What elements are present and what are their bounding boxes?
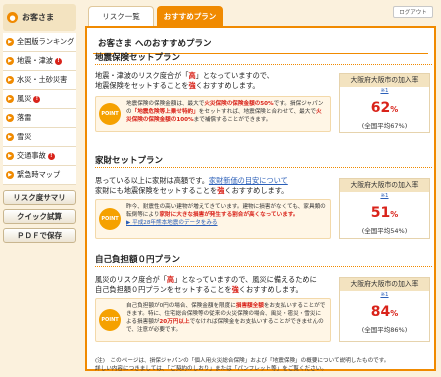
point-box: POINT 自己負担額が0円の場合、保険金額を限度に損害額全額をお支払いすること…: [95, 298, 331, 342]
user-icon: ●: [7, 12, 18, 23]
national-average: (全国平均86%): [361, 326, 408, 334]
section-description: 風災のリスク度合が「高」となっていますので、風災に備えるために 自己負担額０円プ…: [95, 275, 317, 294]
enrollment-rate-value: 84%: [370, 304, 399, 320]
chevron-right-icon: ▶: [6, 133, 14, 141]
enrollment-rate-box: 大阪府大阪市の加入率 ※1 51% (全国平均54%): [339, 178, 430, 239]
sidebar-item-traffic[interactable]: ▶ 交通事故!: [3, 147, 76, 166]
sidebar-item-ranking[interactable]: ▶ 全国版ランキング: [3, 33, 76, 52]
point-box: POINT 昨今、耐震性の高い建物が増えてきています。建物に損害がなくても、家具…: [95, 199, 331, 239]
sidebar-nav: ▶ 全国版ランキング ▶ 地震・津波! ▶ 水災・土砂災害 ▶ 風災! ▶ 落雷 ▶ 雪災 …: [3, 33, 76, 185]
tab-risk-list[interactable]: リスク一覧: [88, 6, 154, 26]
point-badge: POINT: [99, 208, 121, 230]
section-title: 家財セットプラン: [95, 156, 164, 166]
sidebar-item-label: 風災: [17, 94, 32, 103]
risk-summary-button[interactable]: リスク度サマリ: [3, 190, 76, 205]
save-pdf-button[interactable]: ＰＤＦで保存: [3, 228, 76, 243]
sidebar-item-label: 交通事故: [17, 151, 46, 160]
tab-bar: リスク一覧 おすすめプラン: [88, 6, 226, 26]
alert-badge: !: [47, 152, 55, 160]
logout-button[interactable]: ログアウト: [393, 6, 433, 18]
tab-recommended-plan[interactable]: おすすめプラン: [157, 6, 223, 26]
sidebar-header: ● お客さま: [3, 4, 76, 31]
section-description: 地震・津波のリスク度合が「高」となっていますので、 地震保険をセットすることを強…: [95, 71, 274, 90]
footnote: (注) このページは、損保ジャパンの「個人用火災総合保険」および「地震保険」の概…: [95, 358, 390, 372]
footnote-link[interactable]: ※1: [340, 292, 429, 298]
sidebar-item-label: 水災・土砂災害: [17, 75, 68, 84]
plan-section-earthquake: 地震保険セットプラン 地震・津波のリスク度合が「高」となっていますので、 地震保…: [95, 51, 432, 147]
plan-section-household: 家財セットプラン 思っている以上に家財は高額です。家財新価の目安について 家財に…: [95, 154, 432, 250]
sidebar: ● お客さま ▶ 全国版ランキング ▶ 地震・津波! ▶ 水災・土砂災害 ▶ 風災! ▶…: [0, 0, 79, 377]
enrollment-rate-heading: 大阪府大阪市の加入率: [340, 278, 429, 291]
section-title: 地震保険セットプラン: [95, 53, 181, 63]
chevron-right-icon: ▶: [6, 76, 14, 84]
main-panel: お客さま へのおすすめプラン 地震保険セットプラン 地震・津波のリスク度合が「高…: [85, 26, 436, 372]
footnote-link[interactable]: ※1: [340, 88, 429, 94]
enrollment-rate-heading: 大阪府大阪市の加入率: [340, 74, 429, 87]
sidebar-item-emergency-map[interactable]: ▶ 緊急時マップ: [3, 166, 76, 185]
sidebar-item-label: 地震・津波: [17, 56, 53, 65]
enrollment-rate-box: 大阪府大阪市の加入率 ※1 84% (全国平均86%): [339, 277, 430, 342]
sidebar-item-wind[interactable]: ▶ 風災!: [3, 90, 76, 109]
household-value-link[interactable]: 家財新価の目安について: [209, 176, 288, 185]
section-description: 思っている以上に家財は高額です。家財新価の目安について 家財にも地震保険をセット…: [95, 176, 289, 195]
enrollment-rate-value: 62%: [370, 100, 399, 116]
chevron-right-icon: ▶: [6, 95, 14, 103]
section-title: 自己負担額０円プラン: [95, 255, 181, 265]
sidebar-item-snow[interactable]: ▶ 雪災: [3, 128, 76, 147]
enrollment-rate-value: 51%: [370, 205, 399, 221]
plan-section-zero-deductible: 自己負担額０円プラン 風災のリスク度合が「高」となっていますので、風災に備えるた…: [95, 253, 432, 353]
enrollment-rate-heading: 大阪府大阪市の加入率: [340, 179, 429, 192]
kumamoto-data-link[interactable]: ▶ 平成28年熊本地震のデータをみる: [126, 220, 218, 226]
national-average: (全国平均67%): [361, 122, 408, 130]
chevron-right-icon: ▶: [6, 57, 14, 65]
sidebar-item-earthquake[interactable]: ▶ 地震・津波!: [3, 52, 76, 71]
quick-estimate-button[interactable]: クイック試算: [3, 209, 76, 224]
divider: [95, 64, 432, 65]
chevron-right-icon: ▶: [6, 152, 14, 160]
footnote-link[interactable]: ※1: [340, 193, 429, 199]
chevron-right-icon: ▶: [6, 171, 14, 179]
sidebar-item-flood[interactable]: ▶ 水災・土砂災害: [3, 71, 76, 90]
chevron-right-icon: ▶: [6, 38, 14, 46]
chevron-right-icon: ▶: [6, 114, 14, 122]
point-badge: POINT: [99, 309, 121, 331]
sidebar-item-label: 落雷: [17, 113, 32, 122]
enrollment-rate-box: 大阪府大阪市の加入率 ※1 62% (全国平均67%): [339, 73, 430, 133]
alert-badge: !: [33, 95, 41, 103]
sidebar-item-label: 緊急時マップ: [17, 170, 61, 179]
point-badge: POINT: [99, 103, 121, 125]
divider: [95, 266, 432, 267]
sidebar-header-label: お客さま: [22, 13, 54, 22]
sidebar-item-label: 全国版ランキング: [17, 37, 75, 46]
divider: [95, 167, 432, 168]
sidebar-item-label: 雪災: [17, 132, 32, 141]
alert-badge: !: [54, 57, 62, 65]
national-average: (全国平均54%): [361, 227, 408, 235]
sidebar-item-lightning[interactable]: ▶ 落雷: [3, 109, 76, 128]
point-box: POINT 地震保険の保険金額は、最大で火災保険の保険金額の50%です。損保ジャ…: [95, 96, 331, 132]
